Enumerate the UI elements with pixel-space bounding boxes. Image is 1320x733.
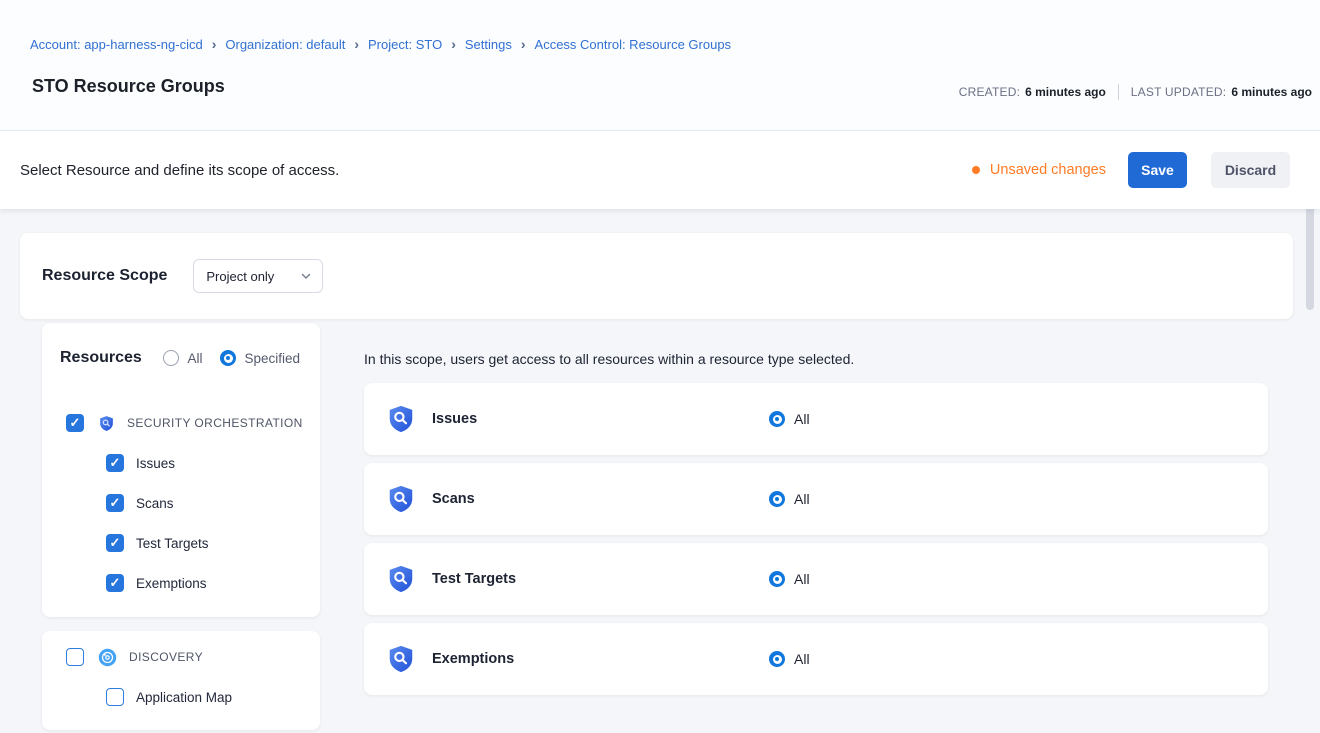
sto-shield-magnifier-icon [98, 415, 115, 432]
resource-row-label: Issues [432, 411, 477, 427]
access-radio-all[interactable]: All [769, 491, 810, 507]
breadcrumb-organization[interactable]: Organization: default [225, 37, 345, 52]
tree-item-exemptions: Exemptions [106, 573, 207, 593]
resource-groups-page: Account: app-harness-ng-cicd › Organizat… [0, 0, 1320, 733]
chevron-down-icon [300, 270, 312, 282]
action-toolbar: Select Resource and define its scope of … [0, 131, 1320, 209]
chevron-right-icon: › [212, 37, 217, 51]
tree-item-label: Issues [136, 456, 175, 471]
group-security-orchestration: SECURITY ORCHESTRATION [66, 413, 303, 433]
resource-row-issues: Issues All [364, 383, 1268, 455]
sto-shield-magnifier-icon [386, 644, 416, 674]
divider [1118, 84, 1119, 100]
checkbox-security-orchestration[interactable] [66, 414, 84, 432]
radio-selected-icon [220, 350, 236, 366]
access-radio-all[interactable]: All [769, 411, 810, 427]
radio-specified-label: Specified [244, 351, 300, 366]
created-value: 6 minutes ago [1025, 85, 1106, 99]
breadcrumb-project[interactable]: Project: STO [368, 37, 442, 52]
group-discovery: DISCOVERY [66, 647, 203, 667]
page-title: STO Resource Groups [32, 76, 225, 97]
discard-button[interactable]: Discard [1211, 152, 1290, 188]
radio-unselected-icon [163, 350, 179, 366]
tree-item-scans: Scans [106, 493, 174, 513]
checkbox-discovery[interactable] [66, 648, 84, 666]
sto-shield-magnifier-icon [386, 404, 416, 434]
resource-row-exemptions: Exemptions All [364, 623, 1268, 695]
access-label: All [794, 571, 810, 587]
chevron-right-icon: › [521, 37, 526, 51]
resources-panel: Resources All Specified [42, 323, 320, 617]
checkbox-scans[interactable] [106, 494, 124, 512]
tree-item-label: Test Targets [136, 536, 209, 551]
radio-selected-icon [769, 651, 785, 667]
breadcrumb: Account: app-harness-ng-cicd › Organizat… [30, 37, 731, 52]
breadcrumb-account[interactable]: Account: app-harness-ng-cicd [30, 37, 203, 52]
last-updated-value: 6 minutes ago [1231, 85, 1312, 99]
resource-row-scans: Scans All [364, 463, 1268, 535]
breadcrumb-access-control[interactable]: Access Control: Resource Groups [535, 37, 732, 52]
breadcrumb-settings[interactable]: Settings [465, 37, 512, 52]
resource-scope-dropdown[interactable]: Project only [193, 259, 323, 293]
resources-title: Resources [60, 349, 142, 367]
tree-item-label: Application Map [136, 690, 232, 705]
radio-selected-icon [769, 411, 785, 427]
group-label: DISCOVERY [129, 650, 203, 664]
checkbox-application-map[interactable] [106, 688, 124, 706]
tree-item-label: Scans [136, 496, 174, 511]
chevron-right-icon: › [354, 37, 359, 51]
resource-row-test-targets: Test Targets All [364, 543, 1268, 615]
access-label: All [794, 651, 810, 667]
created-label: CREATED: [959, 85, 1020, 99]
tree-item-issues: Issues [106, 453, 175, 473]
page-header: Account: app-harness-ng-cicd › Organizat… [0, 0, 1320, 131]
discovery-panel: DISCOVERY Application Map [42, 631, 320, 730]
discovery-radar-icon [98, 648, 117, 667]
toolbar-actions: Unsaved changes Save Discard [972, 152, 1290, 188]
checkbox-exemptions[interactable] [106, 574, 124, 592]
checkbox-test-targets[interactable] [106, 534, 124, 552]
toolbar-description: Select Resource and define its scope of … [20, 162, 339, 179]
access-radio-all[interactable]: All [769, 571, 810, 587]
unsaved-dot-icon [972, 166, 980, 174]
tree-item-application-map: Application Map [106, 687, 232, 707]
access-label: All [794, 491, 810, 507]
sto-shield-magnifier-icon [386, 564, 416, 594]
last-updated-label: LAST UPDATED: [1131, 85, 1227, 99]
access-label: All [794, 411, 810, 427]
tree-item-label: Exemptions [136, 576, 207, 591]
timestamps: CREATED: 6 minutes ago LAST UPDATED: 6 m… [959, 84, 1312, 100]
tree-item-test-targets: Test Targets [106, 533, 209, 553]
radio-option-all[interactable]: All [163, 350, 202, 366]
scope-description: In this scope, users get access to all r… [364, 351, 854, 367]
resource-scope-selected: Project only [206, 269, 274, 284]
resources-mode-radios: All Specified [163, 350, 300, 366]
unsaved-changes-label: Unsaved changes [990, 162, 1106, 178]
radio-option-specified[interactable]: Specified [220, 350, 300, 366]
save-button[interactable]: Save [1128, 152, 1187, 188]
resource-scope-card: Resource Scope Project only [20, 233, 1293, 319]
chevron-right-icon: › [451, 37, 456, 51]
resource-row-label: Test Targets [432, 571, 516, 587]
group-label: SECURITY ORCHESTRATION [127, 416, 303, 430]
radio-selected-icon [769, 571, 785, 587]
resource-row-label: Scans [432, 491, 475, 507]
resources-panel-header: Resources All Specified [42, 323, 320, 367]
radio-selected-icon [769, 491, 785, 507]
resource-scope-label: Resource Scope [42, 267, 167, 285]
access-radio-all[interactable]: All [769, 651, 810, 667]
unsaved-changes-indicator: Unsaved changes [972, 162, 1106, 178]
checkbox-issues[interactable] [106, 454, 124, 472]
sto-shield-magnifier-icon [386, 484, 416, 514]
resource-row-label: Exemptions [432, 651, 514, 667]
radio-all-label: All [187, 351, 202, 366]
